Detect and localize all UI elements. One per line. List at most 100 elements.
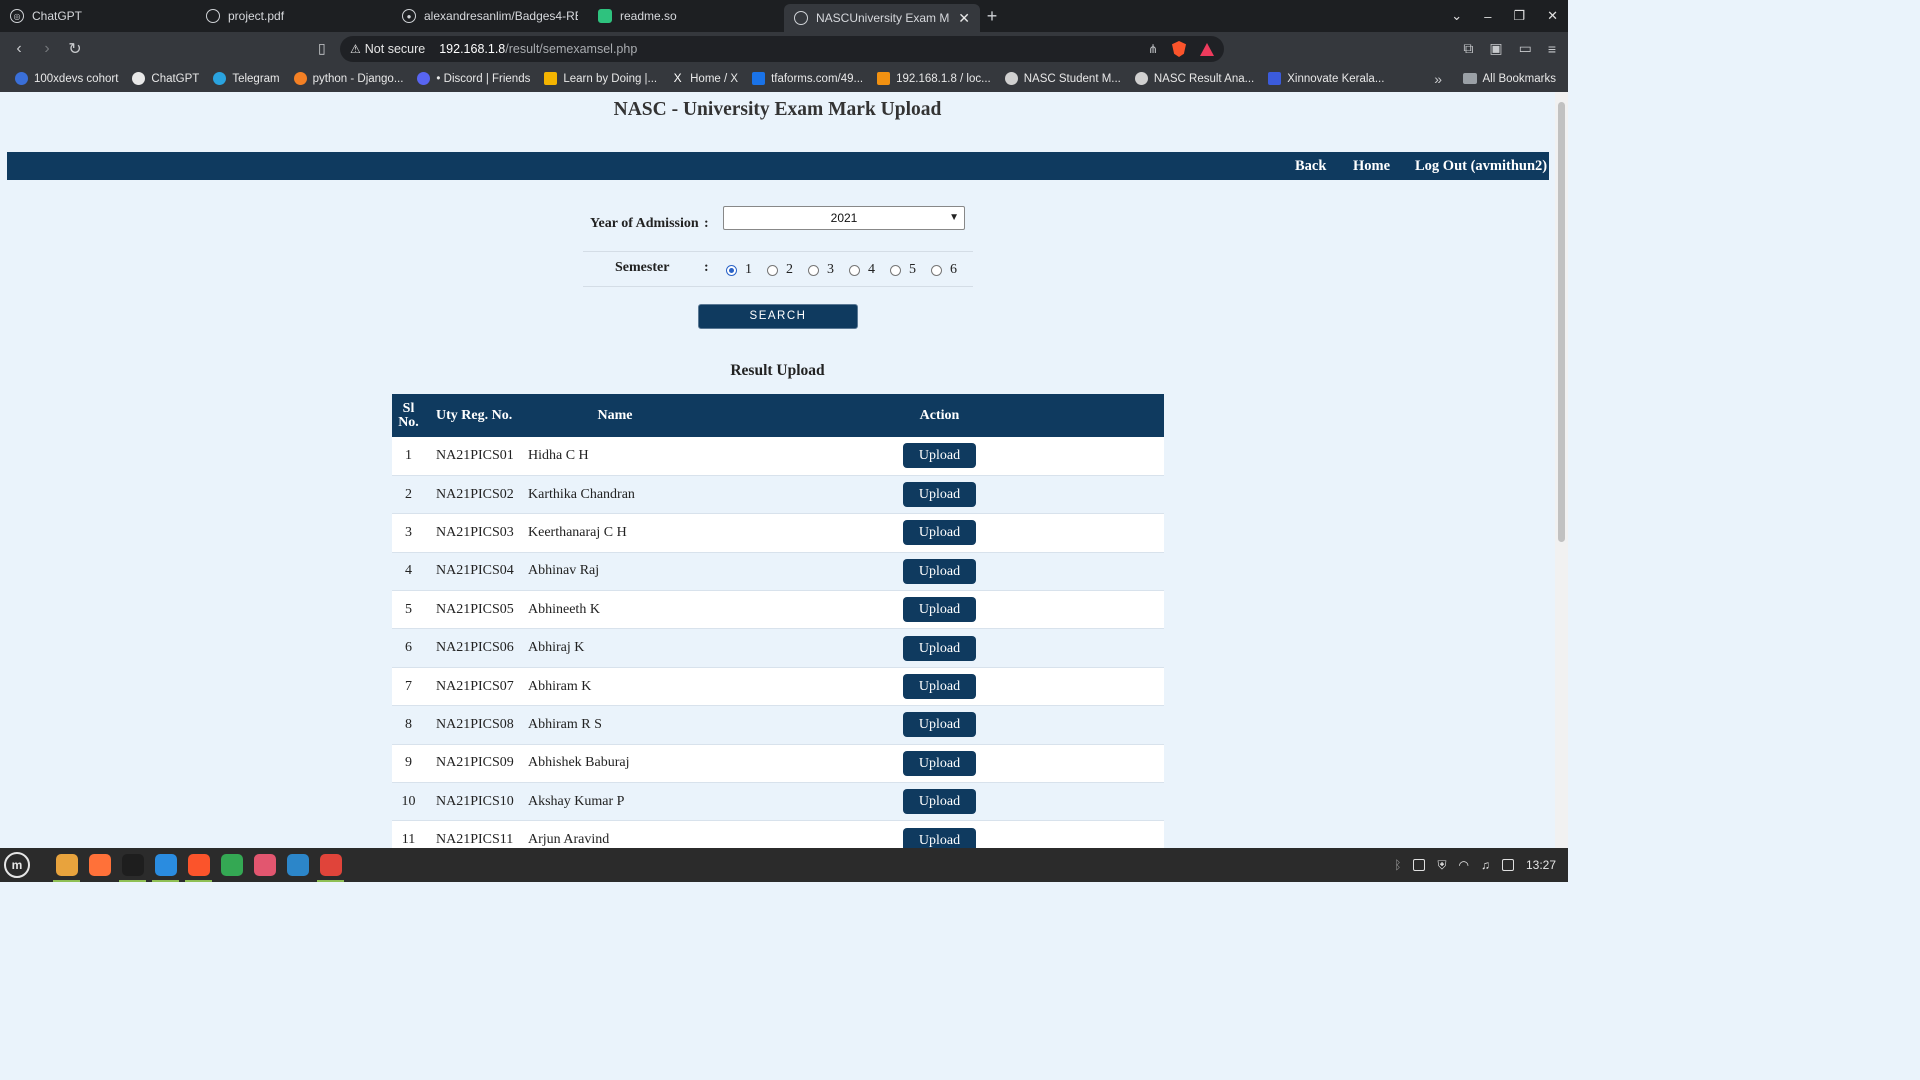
menu-icon[interactable]: ≡ — [1548, 41, 1556, 57]
clock[interactable]: 13:27 — [1526, 858, 1556, 872]
more-bookmarks-icon[interactable]: » — [1434, 71, 1442, 87]
tab-readme-so[interactable]: readme.so — [588, 0, 784, 32]
clipboard-icon[interactable] — [1413, 859, 1426, 871]
home-link[interactable]: Home — [1353, 158, 1390, 175]
tab-nasc-exam-upload[interactable]: NASCUniversity Exam Mark U ✕ — [784, 4, 980, 32]
upload-button[interactable]: Upload — [903, 789, 976, 815]
radio-icon[interactable] — [931, 264, 942, 276]
radio-icon[interactable] — [849, 264, 860, 276]
brave-shields-icon[interactable] — [1172, 41, 1186, 57]
bluetooth-icon[interactable]: ᛒ — [1394, 858, 1401, 872]
taskbar-vscode-app[interactable] — [149, 848, 182, 882]
all-bookmarks-button[interactable]: All Bookmarks — [1462, 72, 1557, 85]
bookmark-item[interactable]: X Home / X — [664, 72, 745, 85]
share-icon[interactable]: ⋔ — [1148, 42, 1158, 56]
back-link[interactable]: Back — [1295, 158, 1326, 175]
music-icon[interactable]: ♫ — [1481, 858, 1490, 872]
upload-button[interactable]: Upload — [903, 750, 976, 776]
tab-search-icon[interactable]: ⌄ — [1451, 8, 1462, 24]
upload-button[interactable]: Upload — [903, 520, 976, 546]
semester-radio-5[interactable]: 5 — [890, 262, 931, 278]
cell-reg-no: NA21PICS07 — [436, 678, 514, 694]
new-tab-icon[interactable]: + — [980, 6, 1004, 27]
globe-icon — [1134, 72, 1148, 85]
cell-action: Upload — [715, 821, 1164, 848]
bookmark-item[interactable]: ChatGPT — [125, 72, 206, 85]
page-scrollbar[interactable] — [1555, 92, 1568, 848]
battery-icon[interactable] — [1501, 859, 1514, 871]
radio-icon[interactable] — [890, 264, 901, 276]
close-window-icon[interactable]: ✕ — [1547, 8, 1558, 24]
brave-rewards-icon[interactable] — [1200, 42, 1214, 56]
bookmark-item[interactable]: 100xdevs cohort — [8, 72, 125, 85]
security-label[interactable]: Not secure — [365, 42, 425, 56]
github-icon: ● — [402, 9, 416, 23]
year-select[interactable]: 2021 ▼ — [723, 206, 965, 230]
upload-button[interactable]: Upload — [903, 635, 976, 661]
table-row: 8 NA21PICS08 Abhiram R S Upload — [392, 705, 1164, 745]
taskbar-brave-app[interactable] — [182, 848, 215, 882]
bookmark-item[interactable]: Learn by Doing |... — [537, 72, 664, 85]
taskbar-chrome-app[interactable] — [215, 848, 248, 882]
bookmark-page-icon[interactable]: ▯ — [318, 40, 326, 57]
back-arrow-icon[interactable]: ‹ — [5, 40, 33, 58]
bookmark-favicon-icon — [15, 72, 28, 85]
radio-icon[interactable] — [767, 264, 778, 276]
taskbar-screenshot-app[interactable] — [314, 848, 347, 882]
close-tab-icon[interactable]: ✕ — [958, 10, 970, 27]
taskbar-firefox-app[interactable] — [83, 848, 116, 882]
extensions-icon[interactable]: ⧉ — [1463, 40, 1473, 57]
semester-colon: : — [704, 260, 709, 275]
bookmark-label: NASC Result Ana... — [1153, 72, 1255, 85]
bookmark-item[interactable]: NASC Result Ana... — [1128, 72, 1261, 85]
tab-label: ChatGPT — [32, 9, 83, 23]
bookmark-item[interactable]: NASC Student M... — [998, 72, 1128, 85]
shield-icon[interactable]: ⛨ — [1437, 858, 1446, 873]
brave-app-icon — [187, 854, 210, 876]
forward-arrow-icon[interactable]: › — [33, 40, 61, 58]
scrollbar-thumb[interactable] — [1558, 102, 1565, 542]
minimize-icon[interactable]: – — [1484, 9, 1491, 24]
search-button[interactable]: SEARCH — [698, 304, 858, 329]
upload-button[interactable]: Upload — [903, 674, 976, 700]
tab-project-pdf[interactable]: project.pdf — [196, 0, 392, 32]
address-bar[interactable]: ⚠ Not secure 192.168.1.8 /result/semexam… — [340, 36, 1224, 62]
bookmark-item[interactable]: 192.168.1.8 / loc... — [870, 72, 998, 85]
wifi-icon[interactable]: ◠ — [1458, 858, 1468, 872]
radio-selected-icon[interactable] — [726, 264, 737, 276]
reload-icon[interactable]: ↻ — [61, 39, 89, 59]
maximize-icon[interactable]: ❐ — [1513, 8, 1525, 24]
radio-icon[interactable] — [808, 264, 819, 276]
taskbar-image-viewer-app[interactable] — [248, 848, 281, 882]
upload-button[interactable]: Upload — [903, 443, 976, 469]
taskbar-files-app[interactable] — [50, 848, 83, 882]
upload-button[interactable]: Upload — [903, 482, 976, 508]
bookmark-item[interactable]: Telegram — [206, 72, 286, 85]
all-bookmarks-label: All Bookmarks — [1482, 72, 1557, 85]
taskbar-timeshift-app[interactable] — [281, 848, 314, 882]
upload-button[interactable]: Upload — [903, 597, 976, 623]
semester-radio-1[interactable]: 1 — [726, 262, 767, 278]
sidebar-icon[interactable]: ▣ — [1489, 40, 1502, 57]
bookmark-item[interactable]: • Discord | Friends — [410, 72, 537, 85]
warning-icon[interactable]: ⚠ — [350, 42, 361, 56]
cell-reg-no: NA21PICS05 — [436, 601, 514, 617]
upload-button[interactable]: Upload — [903, 827, 976, 848]
upload-button[interactable]: Upload — [903, 558, 976, 584]
tab-chatgpt[interactable]: ◎ ChatGPT — [0, 0, 196, 32]
semester-radio-6[interactable]: 6 — [931, 262, 972, 278]
tab-github-badges[interactable]: ● alexandresanlim/Badges4-README — [392, 0, 588, 32]
logout-link[interactable]: Log Out (avmithun2) — [1415, 158, 1547, 175]
bookmark-item[interactable]: tfaforms.com/49... — [745, 72, 870, 85]
linux-mint-menu-icon[interactable]: m — [4, 852, 30, 878]
bookmark-item[interactable]: Xinnovate Kerala... — [1261, 72, 1391, 85]
taskbar-terminal-app[interactable] — [116, 848, 149, 882]
bookmark-favicon-icon — [417, 72, 431, 85]
wallet-icon[interactable]: ▭ — [1519, 40, 1532, 57]
bookmark-item[interactable]: python - Django... — [287, 72, 411, 85]
cell-action: Upload — [715, 667, 1164, 705]
semester-radio-4[interactable]: 4 — [849, 262, 890, 278]
upload-button[interactable]: Upload — [903, 712, 976, 738]
semester-radio-3[interactable]: 3 — [808, 262, 849, 278]
semester-radio-2[interactable]: 2 — [767, 262, 808, 278]
